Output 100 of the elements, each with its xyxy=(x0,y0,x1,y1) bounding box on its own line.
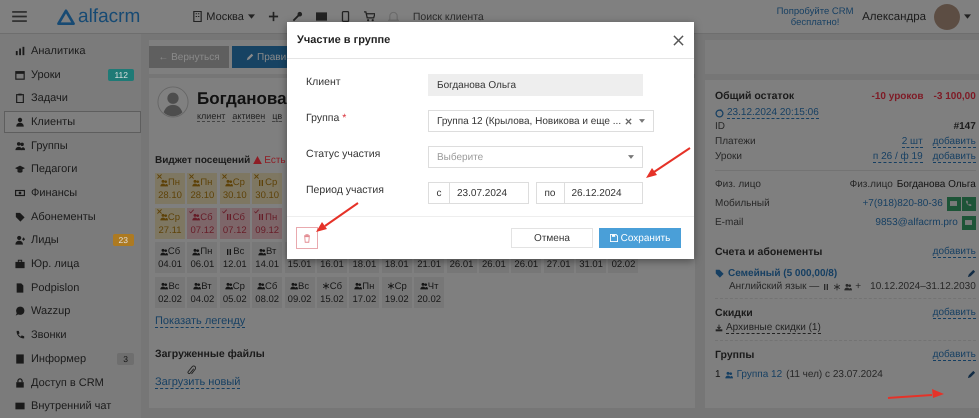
attendance-cell[interactable]: Сб 07.12 xyxy=(187,208,218,238)
lesson-day: Сб xyxy=(200,212,213,222)
sidebar-item[interactable]: Wazzup xyxy=(4,300,141,322)
delete-button[interactable] xyxy=(296,227,318,249)
attendance-cell[interactable]: Пн 06.01 xyxy=(187,242,218,273)
sidebar-item[interactable]: Внутренний чат xyxy=(4,395,141,418)
add-link[interactable]: добавить xyxy=(932,349,976,361)
lesson-date: 30.10 xyxy=(222,190,247,201)
lesson-day: Вс xyxy=(233,246,244,257)
field-value: #147 xyxy=(954,121,976,132)
lesson-date: 19.02 xyxy=(384,294,409,304)
add-link[interactable]: добавить xyxy=(932,246,976,258)
save-button[interactable]: Сохранить xyxy=(599,228,681,248)
menu-icon[interactable] xyxy=(12,11,27,22)
sidebar-item[interactable]: Финансы xyxy=(4,182,141,204)
date-field[interactable]: 23.07.2024 xyxy=(450,182,528,204)
attendance-cell[interactable]: Вс 09.02 xyxy=(284,276,315,308)
sidebar-item[interactable]: Клиенты xyxy=(4,111,141,133)
attendance-cell[interactable]: Сб 15.02 xyxy=(316,276,347,308)
period-text: 10.12.2024–31.12.2030 xyxy=(870,281,976,292)
attendance-cell[interactable]: Ср 30.10 xyxy=(220,173,250,204)
sidebar-item[interactable]: Информер 3 xyxy=(4,348,141,370)
group-details: (11 чел) с 23.07.2024 xyxy=(786,369,883,380)
cancel-button[interactable]: Отмена xyxy=(511,228,593,248)
widget-title: Виджет посещений xyxy=(155,154,250,166)
sidebar-item[interactable]: Звонки xyxy=(4,324,141,346)
promo-link[interactable]: Попробуйте CRM бесплатно! xyxy=(774,6,856,28)
sidebar-item[interactable]: Педагоги xyxy=(4,158,141,180)
message-button[interactable] xyxy=(946,196,961,210)
upload-link[interactable]: Загрузить новый xyxy=(155,376,240,388)
sidebar-item[interactable]: Podpislon xyxy=(4,276,141,299)
sidebar-item[interactable]: Юр. лица xyxy=(4,253,141,275)
attendance-cell[interactable]: Ср 27.11 xyxy=(155,208,185,238)
attendance-cell[interactable]: Пн 28.10 xyxy=(155,173,185,204)
attendance-cell[interactable]: Вт 04.02 xyxy=(187,276,218,308)
select-field[interactable]: Выберите xyxy=(428,146,643,168)
group-link[interactable]: Группа 12 xyxy=(736,369,782,380)
contact-link[interactable]: +7(918)820-80-36 xyxy=(862,198,943,209)
sidebar-item[interactable]: Абонементы xyxy=(4,206,141,228)
subscription-link[interactable]: Семейный (5 000,00/8) xyxy=(728,268,838,279)
add-link[interactable]: добавить xyxy=(932,150,976,162)
attendance-cell[interactable]: Сб 07.12 xyxy=(220,208,250,238)
show-legend-link[interactable]: Показать легенду xyxy=(155,314,246,328)
attendance-cell[interactable]: Ср 05.02 xyxy=(220,276,250,308)
sidebar-item[interactable]: Задачи xyxy=(4,87,141,110)
avatar[interactable] xyxy=(934,4,960,30)
add-link[interactable]: добавить xyxy=(932,136,976,148)
attendance-cell[interactable]: Пн 28.10 xyxy=(187,173,218,204)
attendance-cell[interactable]: Сб 04.01 xyxy=(155,242,185,273)
tag-icon xyxy=(715,269,724,278)
sidebar-item[interactable]: Аналитика xyxy=(4,40,141,62)
attendance-cell[interactable]: Вс 02.02 xyxy=(155,276,185,308)
lock-icon xyxy=(15,378,25,388)
sidebar-item[interactable]: Лиды 23 xyxy=(4,230,141,252)
client-tag[interactable]: активен xyxy=(232,111,266,122)
select-field[interactable]: Группа 12 (Крылова, Новикова и еще ... xyxy=(428,110,654,132)
briefcase-icon xyxy=(15,259,25,270)
user-name[interactable]: Александра xyxy=(862,10,926,22)
pencil-icon[interactable] xyxy=(966,370,976,379)
add-link[interactable]: добавить xyxy=(932,307,976,319)
lesson-day: Вс xyxy=(298,280,310,292)
sidebar-item[interactable]: Группы xyxy=(4,134,141,157)
caret-icon xyxy=(964,14,971,19)
field-value-link[interactable]: п 26 / ф 19 xyxy=(872,150,923,162)
client-tag[interactable]: цв xyxy=(272,111,282,122)
attendance-cell[interactable]: Пн 17.02 xyxy=(349,276,380,308)
contact-link[interactable]: 9853@alfacrm.pro xyxy=(875,217,958,228)
attendance-cell[interactable]: Ср 19.02 xyxy=(382,276,412,308)
lesson-date: 15.01 xyxy=(288,259,312,270)
call-button[interactable] xyxy=(962,196,976,210)
attendance-cell[interactable]: Чт 20.02 xyxy=(414,276,444,308)
attendance-cell[interactable]: Вс 12.01 xyxy=(220,242,250,273)
clear-icon[interactable] xyxy=(625,118,632,124)
field-value-link[interactable]: 2 шт xyxy=(902,136,923,148)
attendance-cell[interactable]: Вт 14.01 xyxy=(252,242,282,273)
clipboard-icon xyxy=(15,93,25,104)
attendance-cell[interactable]: Пн 09.12 xyxy=(252,208,282,238)
close-icon[interactable] xyxy=(673,34,684,46)
lesson-date: 14.01 xyxy=(255,259,280,270)
updated-time-link[interactable]: 23.12.2024 20:15:06 xyxy=(727,107,819,119)
archived-discounts-link[interactable]: Архивные скидки (1) xyxy=(726,322,821,334)
cross-mark-icon xyxy=(189,174,194,179)
mobile-phone-icon[interactable] xyxy=(340,11,351,22)
client-tag[interactable]: клиент xyxy=(197,111,226,122)
attendance-cell[interactable]: Сб 08.02 xyxy=(252,276,282,308)
field-label: ID xyxy=(715,121,725,132)
sidebar-item[interactable]: Доступ в CRM xyxy=(4,372,141,394)
attendance-cell[interactable]: Ср 30.10 xyxy=(252,173,282,204)
field-value: Физ.лицо xyxy=(850,179,893,190)
tag-icon xyxy=(15,212,25,222)
lesson-day: Пн xyxy=(265,212,278,222)
date-field[interactable]: 26.12.2024 xyxy=(564,182,643,204)
sidebar-item[interactable]: Уроки 112 xyxy=(4,64,141,86)
plus-icon[interactable] xyxy=(268,11,279,22)
search-field[interactable]: Поиск клиента xyxy=(410,10,525,24)
message-button[interactable] xyxy=(962,216,976,230)
count-badge: 3 xyxy=(117,352,134,365)
pencil-icon[interactable] xyxy=(966,269,976,278)
cart-icon[interactable] xyxy=(364,11,375,22)
city-dropdown[interactable]: Москва xyxy=(206,10,244,22)
